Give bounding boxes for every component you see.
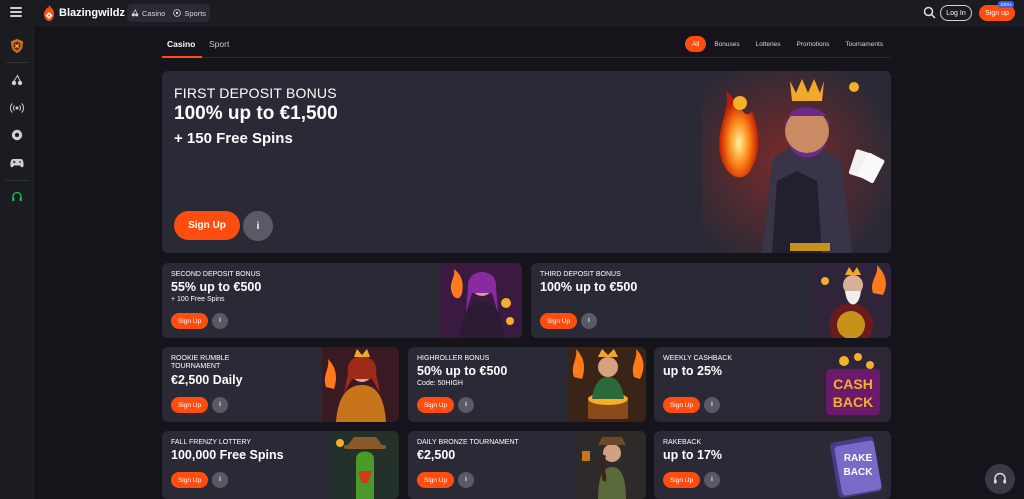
card-title: €2,500 Daily xyxy=(171,373,243,387)
card-title: 100% up to €500 xyxy=(540,280,638,294)
live-broadcast-icon[interactable] xyxy=(9,100,25,116)
sidebar xyxy=(0,26,34,499)
tab-casino[interactable]: Casino xyxy=(167,39,195,49)
flame-logo-icon xyxy=(44,5,54,21)
card-subtitle: Code: 50HIGH xyxy=(417,380,463,387)
login-button[interactable]: Log In xyxy=(940,5,972,21)
filter-lotteries[interactable]: Lotteries xyxy=(748,36,789,52)
card-title: 55% up to €500 xyxy=(171,280,262,294)
card-signup-button[interactable]: Sign Up xyxy=(171,397,208,413)
brand-name: Blazingwildz xyxy=(59,7,125,19)
sorceress-illustration xyxy=(440,263,522,338)
headset-icon xyxy=(994,472,1006,484)
headset-icon[interactable] xyxy=(9,189,25,205)
card-label: THIRD DEPOSIT BONUS xyxy=(540,271,621,278)
tab-sport[interactable]: Sport xyxy=(209,39,229,49)
promo-card-fall-frenzy[interactable]: FALL FRENZY LOTTERY 100,000 Free Spins S… xyxy=(162,431,399,499)
soccer-ball-icon[interactable] xyxy=(9,127,25,143)
card-label: HIGHROLLER BONUS xyxy=(417,355,490,362)
cherries-icon[interactable] xyxy=(9,72,25,88)
card-signup-button[interactable]: Sign Up xyxy=(171,472,208,488)
sidebar-divider xyxy=(6,180,28,181)
filter-promotions[interactable]: Promotions xyxy=(789,36,838,52)
tab-bar: Casino Sport All Bonuses Lotteries Promo… xyxy=(162,32,891,58)
card-subtitle: + 100 Free Spins xyxy=(171,296,225,303)
card-info-button[interactable]: i xyxy=(458,472,474,488)
card-title: €2,500 xyxy=(417,448,456,462)
card-info-button[interactable]: i xyxy=(704,472,720,488)
promo-card-second-deposit[interactable]: SECOND DEPOSIT BONUS 55% up to €500 + 10… xyxy=(162,263,522,338)
card-signup-button[interactable]: Sign Up xyxy=(663,472,700,488)
cherries-icon xyxy=(131,9,139,17)
card-label: SECOND DEPOSIT BONUS xyxy=(171,271,261,278)
signup-badge: 100% xyxy=(998,1,1014,8)
mode-sports[interactable]: Sports xyxy=(173,9,206,18)
filter-bonuses[interactable]: Bonuses xyxy=(706,36,747,52)
hero-info-button[interactable]: i xyxy=(243,211,273,241)
soccer-ball-icon xyxy=(173,9,182,17)
hero-subtitle: FIRST DEPOSIT BONUS xyxy=(174,85,337,101)
rakeback-art-text: BACK xyxy=(844,467,874,478)
support-chat-button[interactable] xyxy=(985,464,1015,494)
wizard-roulette-illustration xyxy=(811,263,891,338)
mode-casino[interactable]: Casino xyxy=(131,9,165,18)
cashback-art-text: BACK xyxy=(833,394,873,410)
card-title: 100,000 Free Spins xyxy=(171,448,284,462)
card-info-button[interactable]: i xyxy=(212,472,228,488)
treasure-king-illustration xyxy=(568,347,646,422)
card-info-button[interactable]: i xyxy=(212,397,228,413)
sidebar-divider xyxy=(6,62,28,63)
mode-casino-label: Casino xyxy=(142,8,166,18)
cashback-illustration: CASH BACK xyxy=(814,347,891,422)
gamepad-icon[interactable] xyxy=(9,155,25,171)
card-label: FALL FRENZY LOTTERY xyxy=(171,439,252,446)
promo-card-third-deposit[interactable]: THIRD DEPOSIT BONUS 100% up to €500 Sign… xyxy=(531,263,891,338)
cashback-art-text: CASH xyxy=(833,376,873,392)
filter-tournaments[interactable]: Tournaments xyxy=(837,36,891,52)
hero-signup-button[interactable]: Sign Up xyxy=(174,211,240,240)
card-info-button[interactable]: i xyxy=(458,397,474,413)
filter-bar: All Bonuses Lotteries Promotions Tournam… xyxy=(685,36,891,52)
shield-logo-icon[interactable] xyxy=(9,38,25,54)
queen-illustration xyxy=(322,347,399,422)
hero-title-2: + 150 Free Spins xyxy=(174,130,293,147)
card-signup-button[interactable]: Sign Up xyxy=(540,313,577,329)
top-bar: Blazingwildz Casino Sports Log In Sign u… xyxy=(0,0,1024,26)
promo-card-weekly-cashback[interactable]: WEEKLY CASHBACK up to 25% Sign Up i CASH… xyxy=(654,347,891,422)
card-label: RAKEBACK xyxy=(663,439,702,446)
mode-sports-label: Sports xyxy=(184,8,207,18)
mode-switch: Casino Sports xyxy=(127,4,211,22)
card-label: ROOKIE RUMBLE TOURNAMENT xyxy=(171,355,230,370)
explorer-illustration xyxy=(576,431,646,499)
king-character-illustration xyxy=(702,71,891,253)
card-label: WEEKLY CASHBACK xyxy=(663,355,732,362)
hero-title: 100% up to €1,500 xyxy=(174,103,338,124)
promo-card-daily-bronze[interactable]: DAILY BRONZE TOURNAMENT €2,500 Sign Up i xyxy=(408,431,646,499)
card-info-button[interactable]: i xyxy=(212,313,228,329)
card-signup-button[interactable]: Sign Up xyxy=(171,313,208,329)
search-icon[interactable] xyxy=(923,6,936,19)
promo-card-rookie-rumble[interactable]: ROOKIE RUMBLE TOURNAMENT €2,500 Daily Si… xyxy=(162,347,399,422)
card-info-button[interactable]: i xyxy=(581,313,597,329)
card-title: up to 17% xyxy=(663,448,723,462)
hero-banner: FIRST DEPOSIT BONUS 100% up to €1,500 + … xyxy=(162,71,891,253)
rakeback-illustration: RAKE BACK xyxy=(824,431,891,499)
card-signup-button[interactable]: Sign Up xyxy=(417,397,454,413)
card-signup-button[interactable]: Sign Up xyxy=(663,397,700,413)
filter-all[interactable]: All xyxy=(685,36,707,52)
card-info-button[interactable]: i xyxy=(704,397,720,413)
card-label: DAILY BRONZE TOURNAMENT xyxy=(417,439,519,446)
menu-icon[interactable] xyxy=(10,7,22,17)
card-signup-button[interactable]: Sign Up xyxy=(417,472,454,488)
promo-card-highroller[interactable]: HIGHROLLER BONUS 50% up to €500 Code: 50… xyxy=(408,347,646,422)
promo-card-rakeback[interactable]: RAKEBACK up to 17% Sign Up i RAKE BACK xyxy=(654,431,891,499)
card-title: 50% up to €500 xyxy=(417,364,508,378)
rakeback-art-text: RAKE xyxy=(844,453,873,464)
brand-logo[interactable]: Blazingwildz xyxy=(42,4,125,22)
card-title: up to 25% xyxy=(663,364,723,378)
active-tab-indicator xyxy=(162,56,202,58)
cactus-cowboy-illustration xyxy=(330,431,399,499)
